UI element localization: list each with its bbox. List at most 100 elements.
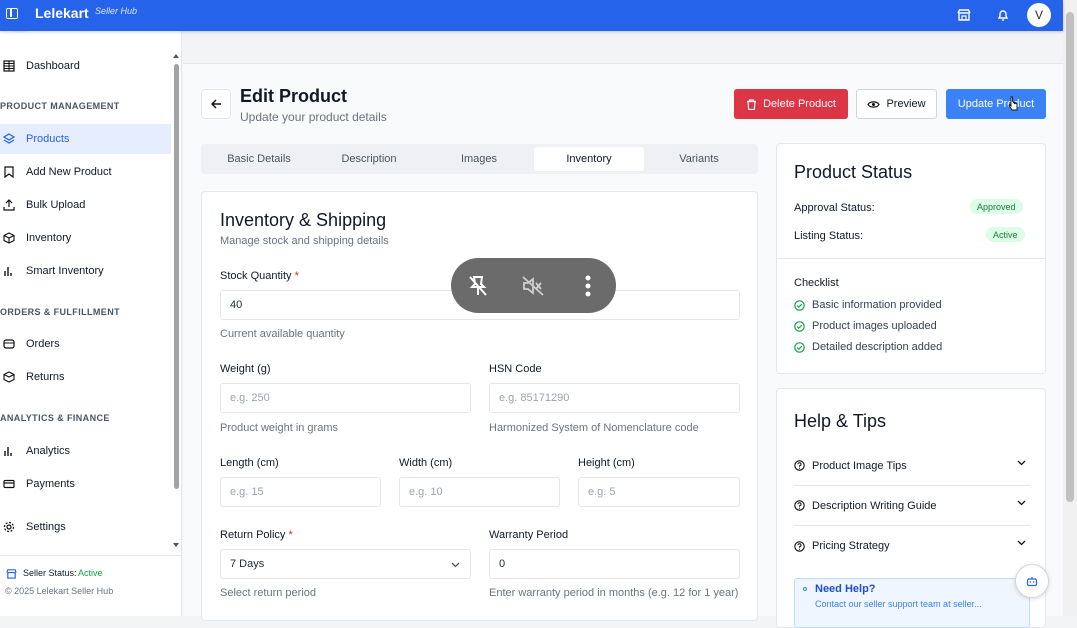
sidebar-item-add-new-product[interactable]: Add New Product (0, 157, 171, 187)
sidebar-toggle-icon[interactable] (6, 8, 18, 19)
sidebar-scroll-thumb[interactable] (174, 64, 179, 489)
more-vertical-icon[interactable] (585, 275, 591, 297)
mute-icon[interactable] (521, 275, 545, 297)
delete-product-label: Delete Product (763, 98, 836, 110)
sidebar-item-label: Payments (26, 478, 75, 490)
inventory-shipping-card: Inventory & Shipping Manage stock and sh… (201, 191, 758, 621)
sidebar-item-label: Settings (26, 521, 66, 533)
chevron-down-icon (451, 562, 460, 568)
sidebar-footer: Seller Status: Active © 2025 Lelekart Se… (0, 555, 182, 616)
width-input[interactable]: e.g. 10 (399, 477, 560, 507)
seller-status-label: Seller Status: (23, 568, 77, 578)
chat-button[interactable] (1015, 564, 1049, 598)
store-icon[interactable] (956, 7, 972, 23)
help-circle-icon (794, 500, 805, 511)
return-icon (3, 371, 15, 383)
bell-icon[interactable] (995, 7, 1011, 23)
help-circle-icon (794, 540, 805, 552)
sidebar-item-label: Analytics (26, 445, 71, 457)
sidebar-item-label: Orders (26, 338, 60, 350)
grid-icon (3, 60, 15, 72)
avatar[interactable]: V (1027, 3, 1051, 27)
page-scrollbar[interactable] (1063, 0, 1077, 616)
brand-subtitle: Seller Hub (95, 6, 138, 16)
product-status-card: Product Status Approval Status: Approved… (776, 143, 1046, 374)
sidebar-item-analytics[interactable]: Analytics (0, 436, 171, 466)
header-strip (183, 31, 1063, 64)
sidebar-item-products[interactable]: Products (0, 124, 171, 154)
form-title: Inventory & Shipping (220, 210, 387, 230)
sidebar-item-label: Bulk Upload (26, 199, 86, 211)
sidebar-item-payments[interactable]: Payments (0, 469, 171, 499)
preview-button[interactable]: Preview (856, 89, 937, 119)
unpin-icon[interactable] (467, 274, 489, 298)
hsn-code-input[interactable]: e.g. 85171290 (489, 383, 740, 413)
return-policy-help: Select return period (220, 587, 316, 599)
back-button[interactable] (201, 89, 231, 119)
tab-variants[interactable]: Variants (644, 147, 754, 171)
update-product-label: Update Product (957, 98, 1035, 110)
length-input[interactable]: e.g. 15 (220, 477, 381, 507)
card-icon (3, 479, 15, 489)
page-title: Edit Product (240, 86, 347, 106)
sidebar-item-label: Smart Inventory (26, 265, 104, 277)
delete-product-button[interactable]: Delete Product (734, 89, 848, 119)
warranty-period-input[interactable]: 0 (489, 549, 740, 579)
return-policy-label: Return Policy * (220, 529, 293, 541)
tab-inventory[interactable]: Inventory (534, 147, 644, 171)
listing-status-badge: Active (986, 227, 1025, 242)
sidebar: Dashboard PRODUCT MANAGEMENT Products Ad… (0, 25, 182, 616)
height-input[interactable]: e.g. 5 (578, 477, 740, 507)
return-policy-select[interactable]: 7 Days (220, 549, 471, 579)
check-circle-icon (794, 320, 805, 332)
checklist-item: Product images uploaded (794, 320, 937, 332)
hsn-code-help: Harmonized System of Nomenclature code (489, 422, 699, 434)
sidebar-item-smart-inventory[interactable]: Smart Inventory (0, 256, 171, 286)
sidebar-item-orders[interactable]: Orders (0, 329, 171, 359)
sidebar-item-label: Returns (26, 371, 65, 383)
box-icon (3, 232, 15, 244)
scroll-up-icon[interactable] (172, 53, 180, 59)
help-title: Help & Tips (794, 411, 887, 431)
arrow-left-icon (210, 99, 221, 109)
sidebar-item-settings[interactable]: Settings (0, 512, 171, 542)
sidebar-item-label: Inventory (26, 232, 72, 244)
help-circle-icon (794, 460, 805, 471)
accordion-description-writing-guide[interactable]: Description Writing Guide (794, 486, 1030, 526)
weight-input[interactable]: e.g. 250 (220, 383, 471, 413)
seller-status-value: Active (78, 568, 103, 578)
page-subtitle: Update your product details (240, 110, 387, 124)
checklist-item: Basic information provided (794, 299, 942, 311)
brand-name[interactable]: Lelekart (35, 5, 89, 21)
need-help-text: Contact our seller support team at selle… (815, 599, 982, 609)
hsn-code-label: HSN Code (489, 363, 542, 375)
sidebar-item-bulk-upload[interactable]: Bulk Upload (0, 190, 171, 220)
weight-help: Product weight in grams (220, 422, 338, 434)
info-icon (803, 587, 807, 591)
check-circle-icon (794, 299, 805, 311)
need-help-box: Need Help? Contact our seller support te… (794, 578, 1030, 628)
tab-description[interactable]: Description (314, 147, 424, 171)
sidebar-item-returns[interactable]: Returns (0, 362, 171, 392)
page-scroll-thumb[interactable] (1066, 12, 1074, 502)
update-product-button[interactable]: Update Product (946, 89, 1046, 119)
layers-icon (3, 133, 15, 144)
sidebar-item-label: Dashboard (26, 60, 80, 72)
scroll-down-icon[interactable] (172, 542, 180, 548)
sidebar-item-inventory[interactable]: Inventory (0, 223, 171, 253)
tab-images[interactable]: Images (424, 147, 534, 171)
sidebar-item-dashboard[interactable]: Dashboard (0, 51, 171, 81)
height-label: Height (cm) (578, 457, 635, 469)
weight-label: Weight (g) (220, 363, 271, 375)
check-circle-icon (794, 341, 805, 353)
bar-chart-icon (4, 267, 12, 276)
accordion-product-image-tips[interactable]: Product Image Tips (794, 446, 1030, 486)
accordion-pricing-strategy[interactable]: Pricing Strategy (794, 526, 1030, 566)
tab-basic-details[interactable]: Basic Details (204, 147, 314, 171)
sidebar-item-label: Products (26, 133, 70, 145)
listing-status-label: Listing Status: (794, 230, 864, 242)
upload-icon (3, 199, 15, 211)
bookmark-icon (4, 166, 14, 178)
media-control-overlay (451, 258, 616, 313)
bar-chart-icon (4, 447, 12, 456)
